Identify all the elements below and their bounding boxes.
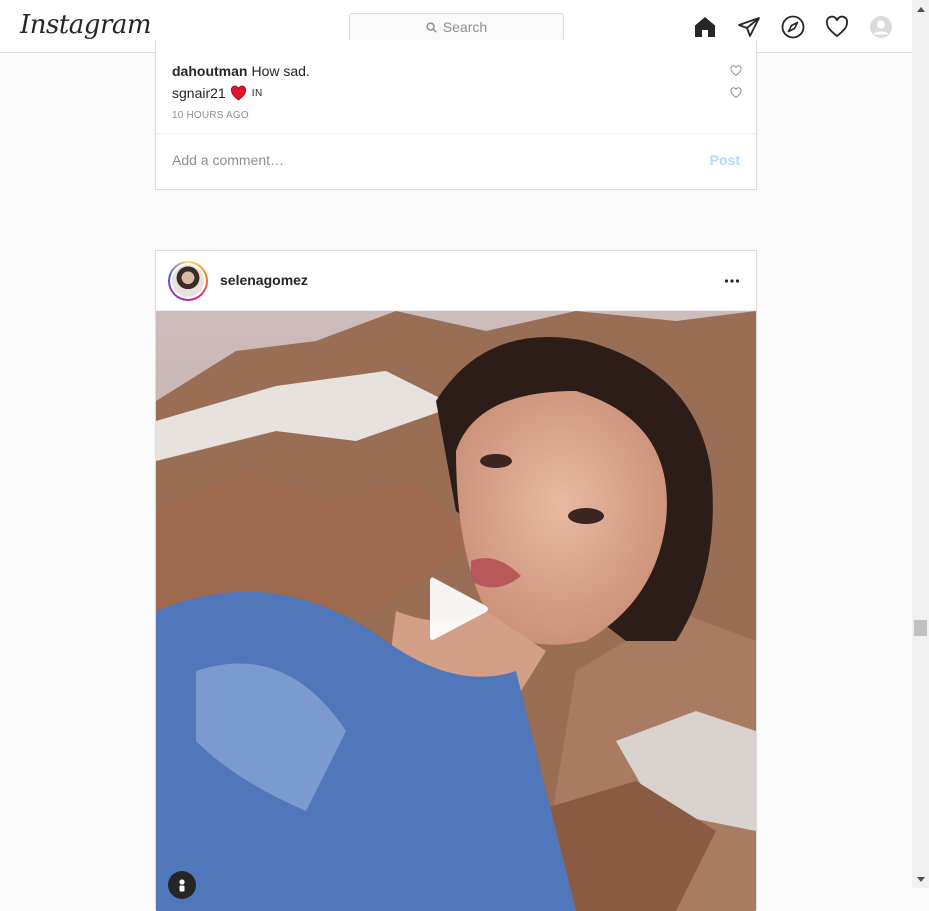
direct-icon[interactable] (737, 15, 761, 39)
post-comment-button[interactable]: Post (710, 152, 740, 168)
page-scrollbar[interactable] (912, 0, 929, 888)
profile-avatar-icon[interactable] (869, 15, 893, 39)
divider (156, 133, 756, 134)
comment-like-heart-icon[interactable] (730, 65, 742, 77)
more-options-icon[interactable] (724, 273, 740, 289)
comment-like-heart-icon[interactable] (730, 87, 742, 99)
scroll-up-arrow-icon[interactable] (912, 0, 929, 17)
play-icon[interactable] (426, 574, 492, 644)
scroll-down-arrow-icon[interactable] (912, 871, 929, 888)
post-header: selenagomez (156, 251, 756, 311)
add-comment-input[interactable]: Add a comment… (172, 152, 284, 168)
post-username[interactable]: selenagomez (220, 272, 308, 288)
red-heart-emoji-icon (230, 85, 246, 101)
search-icon (426, 21, 437, 33)
comment: dahoutman How sad. (172, 63, 310, 79)
user-tag-icon[interactable] (168, 871, 196, 899)
avatar (172, 265, 204, 297)
comment-text: IN (251, 87, 263, 99)
comment-username[interactable]: dahoutman (172, 63, 247, 79)
post-timestamp[interactable]: 10 HOURS AGO (172, 110, 249, 121)
scrollbar-thumb[interactable] (914, 620, 927, 636)
comment: sgnair21 IN (172, 85, 263, 101)
activity-heart-icon[interactable] (825, 15, 849, 39)
search-placeholder: Search (442, 19, 488, 35)
story-ring-avatar[interactable] (168, 261, 208, 301)
previous-post-card: dahoutman How sad. sgnair21 IN 10 HOURS … (155, 40, 757, 190)
comment-username[interactable]: sgnair21 (172, 85, 226, 101)
comment-text: How sad. (251, 63, 310, 79)
person-icon (179, 879, 185, 892)
home-icon[interactable] (693, 15, 717, 39)
explore-icon[interactable] (781, 15, 805, 39)
instagram-logo[interactable]: Instagram (20, 10, 152, 40)
post-video[interactable] (156, 311, 756, 911)
search-input[interactable]: Search (349, 13, 564, 41)
post-card: selenagomez (155, 250, 757, 911)
